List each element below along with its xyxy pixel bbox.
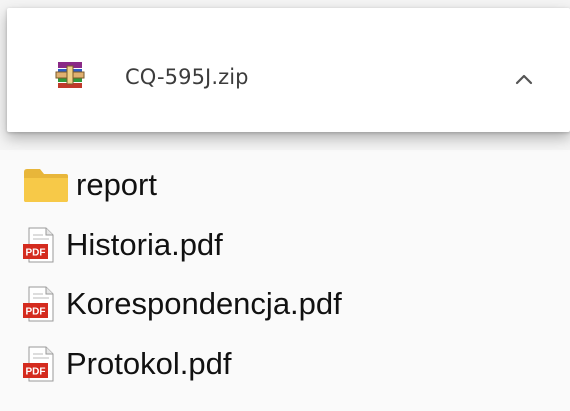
file-item-label: report [76,167,157,202]
pdf-icon: PDF [23,346,54,382]
file-item-label: Korespondencja.pdf [66,286,342,321]
pdf-icon: PDF [23,286,54,322]
file-list: report PDF Historia.pdf PDF Korespondenc… [0,150,570,411]
svg-text:PDF: PDF [26,248,46,259]
expand-chevron-button[interactable] [507,63,541,97]
file-item-historia[interactable]: PDF Historia.pdf [22,222,223,268]
download-bar: CQ-595J.zip [7,8,570,132]
file-item-report[interactable]: report [22,162,157,208]
download-filename[interactable]: CQ-595J.zip [125,65,249,89]
chevron-up-icon [515,74,533,85]
file-item-korespondencja[interactable]: PDF Korespondencja.pdf [22,281,342,327]
svg-text:PDF: PDF [26,367,46,378]
file-item-label: Protokol.pdf [66,346,232,381]
pdf-icon: PDF [23,227,54,263]
file-item-label: Historia.pdf [66,227,223,262]
svg-text:PDF: PDF [26,307,46,318]
winrar-archive-icon [55,60,85,90]
file-item-protokol[interactable]: PDF Protokol.pdf [22,341,231,387]
folder-icon [24,169,68,202]
